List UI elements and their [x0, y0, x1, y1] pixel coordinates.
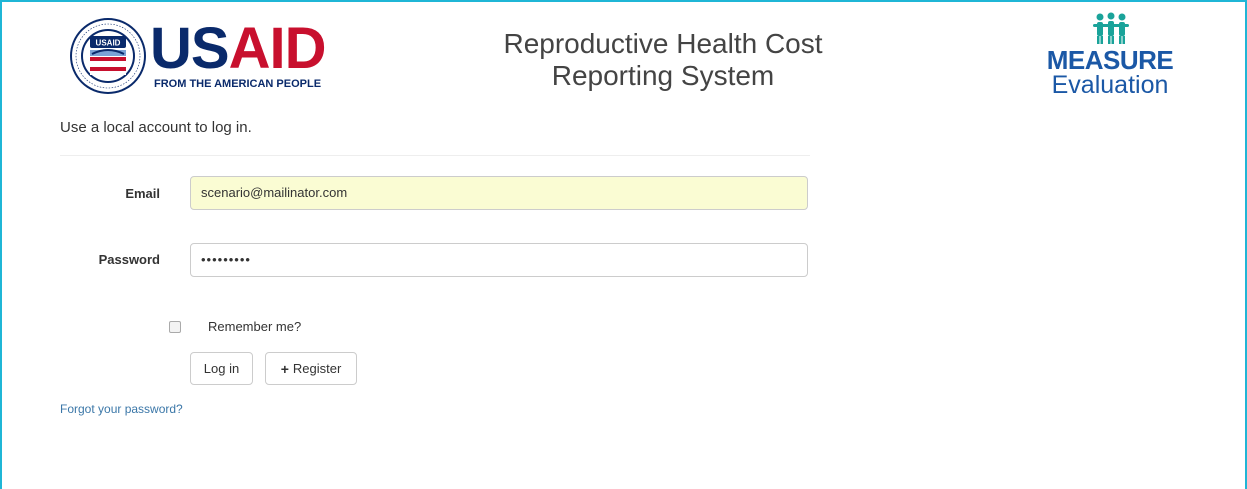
remember-me-row: Remember me?: [169, 319, 301, 334]
usaid-logo: USAID USAID FROM THE AMERICAN PEOPLE: [68, 16, 330, 100]
remember-me-label[interactable]: Remember me?: [208, 319, 301, 334]
page-title-line2: Reporting System: [551, 60, 775, 91]
register-button[interactable]: + Register: [265, 352, 357, 385]
password-field[interactable]: •••••••••: [190, 243, 808, 277]
password-label: Password: [98, 252, 160, 267]
register-button-label: Register: [292, 361, 342, 376]
email-field[interactable]: scenario@mailinator.com: [190, 176, 808, 210]
measure-evaluation-logo: MEASURE Evaluation: [1043, 12, 1183, 102]
usaid-tagline: FROM THE AMERICAN PEOPLE: [154, 78, 322, 90]
svg-text:USAID: USAID: [96, 39, 121, 48]
remember-me-checkbox[interactable]: [169, 320, 181, 333]
login-button-label: Log in: [203, 361, 240, 376]
login-button[interactable]: Log in: [190, 352, 253, 385]
plus-icon: +: [280, 360, 289, 377]
login-intro-text: Use a local account to log in.: [60, 119, 252, 136]
evaluation-wordmark: Evaluation: [1051, 71, 1169, 99]
divider: [60, 155, 810, 156]
measure-wordmark: MEASURE: [1046, 45, 1174, 75]
page-title: Reproductive Health Cost Reporting Syste…: [463, 28, 863, 92]
email-label: Email: [125, 186, 160, 201]
forgot-password-link[interactable]: Forgot your password?: [60, 402, 183, 416]
usaid-seal-icon: USAID: [70, 18, 146, 94]
usaid-wordmark: USAID: [150, 16, 326, 81]
page-title-line1: Reproductive Health Cost: [503, 28, 823, 59]
people-icon: [1093, 12, 1129, 44]
